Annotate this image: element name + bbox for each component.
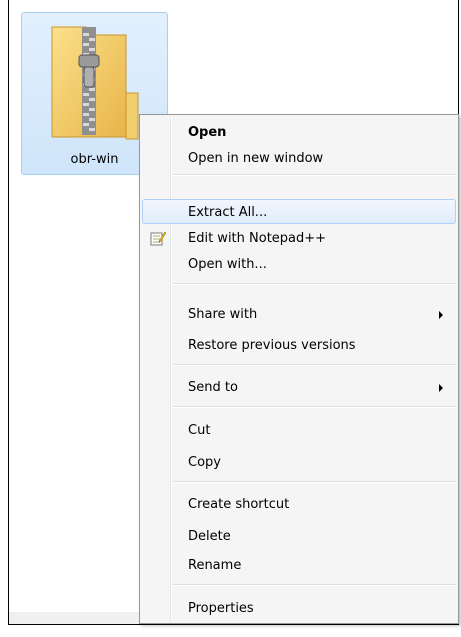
menu-item-create-shortcut[interactable]: Create shortcut <box>142 491 456 516</box>
chevron-right-icon <box>439 311 443 319</box>
context-menu: Open Open in new window Extract All... E… <box>139 114 459 624</box>
menu-item-cut[interactable]: Cut <box>142 417 456 442</box>
menu-item-open-with[interactable]: Open with... <box>142 251 456 276</box>
menu-separator <box>173 481 456 483</box>
menu-item-open-new-window[interactable]: Open in new window <box>142 145 456 170</box>
notepadpp-icon <box>150 231 166 246</box>
menu-separator <box>173 584 456 586</box>
menu-item-open[interactable]: Open <box>142 119 456 144</box>
menu-separator <box>173 406 456 408</box>
menu-item-edit-notepadpp[interactable]: Edit with Notepad++ <box>142 225 456 250</box>
menu-item-copy[interactable]: Copy <box>142 449 456 474</box>
menu-item-rename[interactable]: Rename <box>142 552 456 577</box>
menu-item-send-to[interactable]: Send to <box>142 374 456 399</box>
menu-separator <box>173 364 456 366</box>
menu-item-extract-all[interactable]: Extract All... <box>142 199 456 224</box>
chevron-right-icon <box>439 384 443 392</box>
menu-separator <box>173 283 456 285</box>
menu-item-properties[interactable]: Properties <box>142 595 456 620</box>
zip-folder-icon <box>51 26 139 140</box>
menu-separator <box>173 174 456 176</box>
menu-item-delete[interactable]: Delete <box>142 523 456 548</box>
menu-item-restore-previous-versions[interactable]: Restore previous versions <box>142 332 456 357</box>
menu-item-share-with[interactable]: Share with <box>142 301 456 326</box>
